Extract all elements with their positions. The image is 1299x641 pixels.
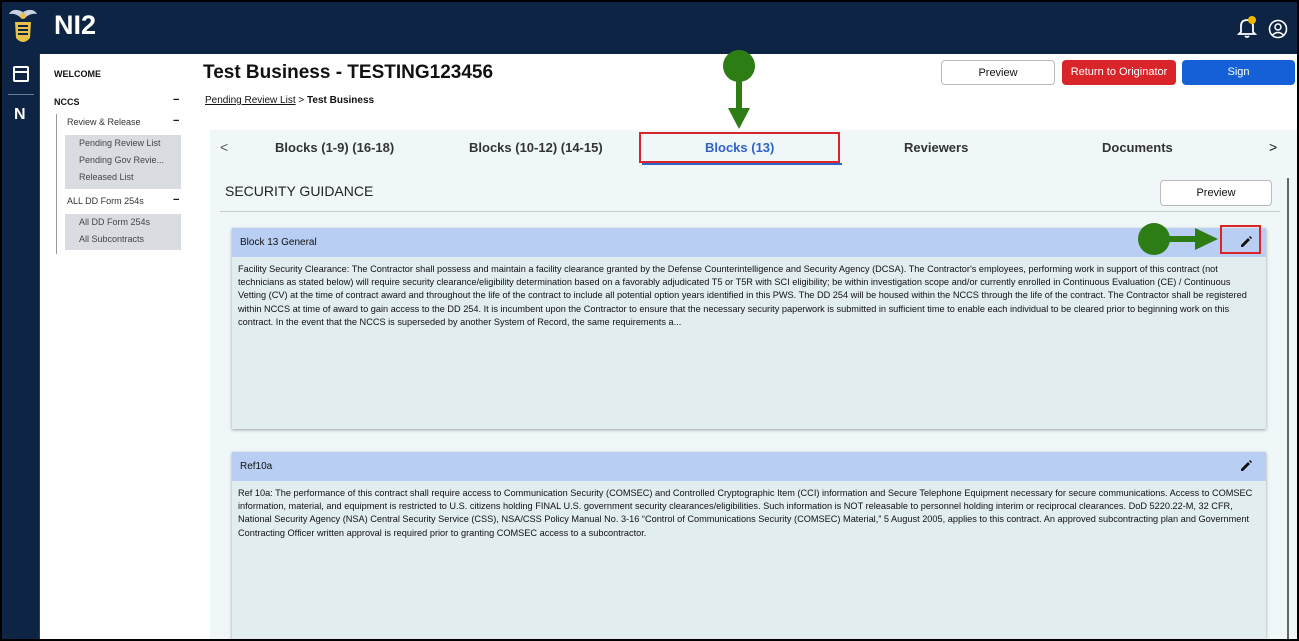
nav-all-forms[interactable]: ALL DD Form 254s	[67, 196, 144, 206]
collapse-nccs-icon[interactable]: −	[173, 94, 179, 106]
all-items-group: All DD Form 254s All Subcontracts	[65, 214, 181, 250]
app-brand: NI2	[54, 10, 97, 40]
tab-documents[interactable]: Documents	[1102, 140, 1173, 155]
rail-letter[interactable]: N	[14, 106, 26, 124]
return-to-originator-button[interactable]: Return to Originator	[1062, 60, 1176, 85]
tab-blocks-10-12[interactable]: Blocks (10-12) (14-15)	[469, 140, 603, 155]
section-divider	[220, 211, 1280, 212]
edit-highlight-box	[1220, 225, 1261, 254]
active-tab-underline	[642, 163, 842, 165]
card-header: Ref10a	[232, 452, 1266, 481]
nav-review-release[interactable]: Review & Release	[67, 117, 141, 127]
left-rail: N	[2, 54, 40, 639]
chevron-left-icon[interactable]: <	[220, 139, 228, 155]
logo-emblem-icon	[9, 9, 37, 42]
page-title: Test Business - TESTING123456	[203, 62, 494, 83]
breadcrumb-link[interactable]: Pending Review List	[205, 95, 296, 106]
app-frame: NI2 N WELCOME NCCS − Review & Release − …	[0, 0, 1299, 641]
content-area: < Blocks (1-9) (16-18) Blocks (10-12) (1…	[210, 130, 1297, 639]
collapse-all-forms-icon[interactable]: −	[173, 194, 179, 206]
chevron-right-icon[interactable]: >	[1269, 139, 1277, 155]
card-title: Ref10a	[240, 461, 273, 472]
nav-item-pending-review[interactable]: Pending Review List	[79, 138, 161, 148]
breadcrumb-current: Test Business	[307, 95, 375, 106]
card-title: Block 13 General	[240, 237, 317, 248]
tab-reviewers[interactable]: Reviewers	[904, 140, 968, 155]
tab-highlight-box	[639, 132, 840, 163]
nav-nccs[interactable]: NCCS	[54, 97, 80, 107]
nav-item-all-forms[interactable]: All DD Form 254s	[79, 217, 150, 227]
breadcrumb-separator: >	[295, 95, 308, 106]
card-ref10a: Ref10a Ref 10a: The performance of this …	[232, 452, 1266, 639]
vertical-scrollbar[interactable]	[1287, 178, 1289, 639]
main-panel: Test Business - TESTING123456 Pending Re…	[193, 54, 1297, 639]
section-title: SECURITY GUIDANCE	[225, 183, 374, 199]
card-block-13-general: Block 13 General Facility Security Clear…	[232, 225, 1266, 429]
user-circle-icon[interactable]	[1268, 19, 1288, 39]
nav-item-released[interactable]: Released List	[79, 172, 134, 182]
review-items-group: Pending Review List Pending Gov Revie...…	[65, 135, 181, 189]
bell-icon[interactable]	[1235, 15, 1259, 39]
sidebar-nav: WELCOME NCCS − Review & Release − Pendin…	[40, 54, 193, 639]
rail-divider	[8, 94, 34, 95]
preview-button[interactable]: Preview	[941, 60, 1055, 85]
nav-welcome[interactable]: WELCOME	[54, 69, 101, 79]
section-preview-button[interactable]: Preview	[1160, 180, 1272, 206]
nav-item-pending-gov[interactable]: Pending Gov Revie...	[79, 155, 164, 165]
pencil-icon[interactable]	[1239, 459, 1253, 473]
dashboard-icon[interactable]	[13, 66, 29, 82]
breadcrumb: Pending Review List > Test Business	[205, 95, 374, 106]
nav-tree-line	[56, 114, 57, 254]
tab-bar: < Blocks (1-9) (16-18) Blocks (10-12) (1…	[210, 130, 1297, 166]
top-bar: NI2	[2, 2, 1297, 54]
tab-blocks-1-9[interactable]: Blocks (1-9) (16-18)	[275, 140, 394, 155]
annotation-arrow-right	[1165, 228, 1218, 250]
card-body-text: Ref 10a: The performance of this contrac…	[238, 488, 1253, 538]
card-header: Block 13 General	[232, 225, 1266, 257]
annotation-arrow-down	[728, 78, 750, 129]
collapse-review-icon[interactable]: −	[173, 115, 179, 127]
card-body-text: Facility Security Clearance: The Contrac…	[238, 264, 1247, 327]
nav-item-all-subcontracts[interactable]: All Subcontracts	[79, 234, 144, 244]
sign-button[interactable]: Sign	[1182, 60, 1295, 85]
